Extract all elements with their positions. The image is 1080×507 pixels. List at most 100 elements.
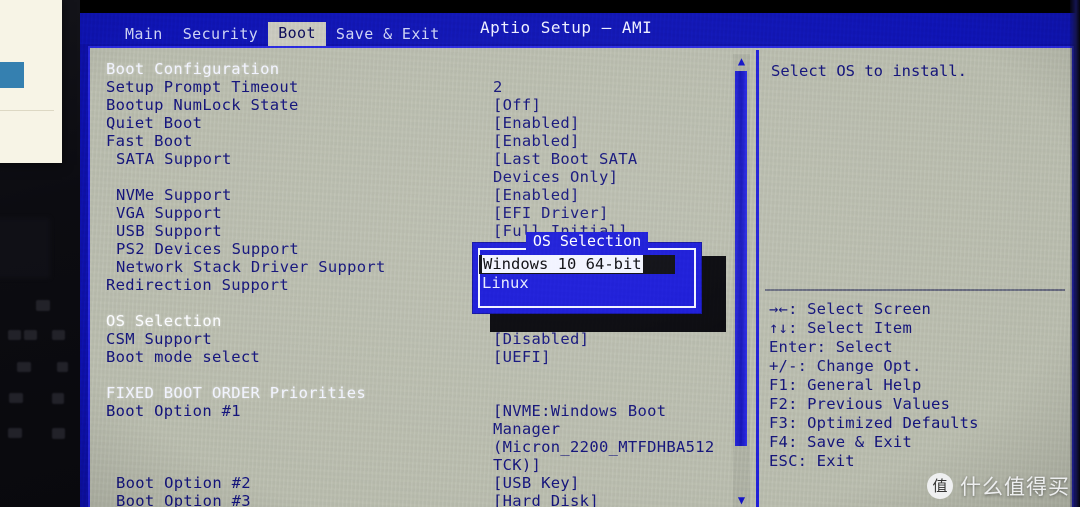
setting-row[interactable]: CSM Support [Disabled] <box>106 330 726 348</box>
setting-row[interactable]: NVMe Support [Enabled] <box>106 186 726 204</box>
setting-row[interactable]: Boot Option #2 [USB Key] <box>106 474 726 492</box>
setting-value: (Micron_2200_MTFDHBA512 <box>493 438 715 456</box>
setting-value: [Last Boot SATA <box>493 150 638 168</box>
setting-row[interactable]: Setup Prompt Timeout 2 <box>106 78 726 96</box>
setting-label: Boot Configuration <box>106 60 280 78</box>
setting-row[interactable]: Bootup NumLock State [Off] <box>106 96 726 114</box>
keyboard-key <box>52 428 65 439</box>
setting-value: [Disabled] <box>493 330 590 348</box>
setting-value: [Enabled] <box>493 186 580 204</box>
setting-label: Boot Option #2 <box>116 474 251 492</box>
menu-tab-main[interactable]: Main <box>115 23 173 46</box>
setting-row[interactable]: Boot Option #1 [NVME:Windows Boot <box>106 402 726 420</box>
setting-label: NVMe Support <box>116 186 232 204</box>
setting-label: CSM Support <box>106 330 212 348</box>
keyboard-key <box>57 362 68 372</box>
help-pane: Select OS to install. →←: Select Screen ↑… <box>756 50 1074 507</box>
keyboard-legend-item: F1: General Help <box>769 376 922 394</box>
setting-value: Manager <box>493 420 561 438</box>
menu-tab-bar[interactable]: Main Security Boot Save & Exit <box>80 20 1080 46</box>
setting-row[interactable]: Fast Boot [Enabled] <box>106 132 726 150</box>
screen-right-bezel <box>1070 0 1080 507</box>
setting-row[interactable]: Boot mode select [UEFI] <box>106 348 726 366</box>
setting-value: [Enabled] <box>493 132 580 150</box>
watermark-badge-icon: 值 <box>927 473 953 499</box>
keyboard-legend-item: F3: Optimized Defaults <box>769 414 979 432</box>
keyboard-key <box>8 330 21 340</box>
setting-label: USB Support <box>116 222 222 240</box>
keyboard-legend-item: F4: Save & Exit <box>769 433 912 451</box>
keyboard-legend-item: Enter: Select <box>769 338 893 356</box>
setting-value: [EFI Driver] <box>493 204 609 222</box>
keyboard-key <box>24 330 37 340</box>
photograph-of-laptop-screen: Aptio Setup – AMI Main Security Boot Save &… <box>0 0 1080 507</box>
menu-tab-boot[interactable]: Boot <box>268 22 326 46</box>
os-option-windows-10-64-bit[interactable]: Windows 10 64-bit <box>479 255 675 274</box>
keyboard-legend-item: F2: Previous Values <box>769 395 951 413</box>
os-option-linux[interactable]: Linux <box>479 274 675 293</box>
setting-value: [Hard Disk] <box>493 492 599 507</box>
keyboard-key <box>52 330 65 340</box>
os-selection-dialog-title-text: OS Selection <box>525 232 649 250</box>
setting-label: Bootup NumLock State <box>106 96 299 114</box>
setting-value: Devices Only] <box>493 168 619 186</box>
setting-value: [USB Key] <box>493 474 580 492</box>
setting-value: [Enabled] <box>493 114 580 132</box>
setting-label: Boot mode select <box>106 348 261 366</box>
menu-tab-save-exit[interactable]: Save & Exit <box>326 23 450 46</box>
setting-label: FIXED BOOT ORDER Priorities <box>106 384 367 402</box>
keyboard-legend-item: +/-: Change Opt. <box>769 357 922 375</box>
scrollbar-thumb[interactable] <box>735 71 747 446</box>
os-option-label: Windows 10 64-bit <box>482 255 643 273</box>
setting-label: PS2 Devices Support <box>116 240 300 258</box>
os-selection-option-list[interactable]: Windows 10 64-bit Linux <box>479 255 675 293</box>
paper-blue-label <box>0 62 24 88</box>
setting-value: [NVME:Windows Boot <box>493 402 667 420</box>
setting-value: TCK)] <box>493 456 542 474</box>
setting-label: Network Stack Driver Support <box>116 258 386 276</box>
watermark: 值 什么值得买 <box>927 471 1070 501</box>
setting-row-continuation: TCK)] <box>106 456 726 474</box>
os-selection-dialog[interactable]: OS Selection Windows 10 64-bit Linux <box>472 232 702 314</box>
keyboard-legend-item: ↑↓: Select Item <box>769 319 912 337</box>
setting-value: [UEFI] <box>493 348 551 366</box>
laptop-trackpad <box>0 218 50 278</box>
setting-value: 2 <box>493 78 503 96</box>
keyboard-key <box>9 393 23 403</box>
keyboard-legend-list: →←: Select Screen ↑↓: Select Item Enter: S… <box>769 300 1069 471</box>
setting-label: Boot Option #3 <box>116 492 251 507</box>
setting-row[interactable]: Quiet Boot [Enabled] <box>106 114 726 132</box>
setting-label: VGA Support <box>116 204 222 222</box>
setting-label: Quiet Boot <box>106 114 203 132</box>
keyboard-legend-item: ESC: Exit <box>769 452 855 470</box>
setting-row: FIXED BOOT ORDER Priorities <box>106 384 726 402</box>
setting-label: SATA Support <box>116 150 232 168</box>
os-selection-dialog-title: OS Selection <box>473 232 701 250</box>
main-pane-scrollbar[interactable]: ▲ ▼ <box>733 54 750 507</box>
watermark-text: 什么值得买 <box>960 475 1070 499</box>
keyboard-legend-item: →←: Select Screen <box>769 300 932 318</box>
keyboard-key <box>36 300 50 311</box>
setting-label: Fast Boot <box>106 132 193 150</box>
setting-row[interactable]: SATA Support [Last Boot SATA <box>106 150 726 168</box>
setting-row: Boot Configuration <box>106 60 726 78</box>
setting-label: Boot Option #1 <box>106 402 241 420</box>
screen-top-bezel <box>80 0 1080 13</box>
setting-label: Redirection Support <box>106 276 290 294</box>
keyboard-key <box>52 393 64 404</box>
scroll-up-arrow-icon[interactable]: ▲ <box>734 54 749 68</box>
scroll-down-arrow-icon[interactable]: ▼ <box>734 493 749 507</box>
setting-row-continuation <box>106 366 726 384</box>
menu-tab-security[interactable]: Security <box>173 23 268 46</box>
setting-row[interactable]: VGA Support [EFI Driver] <box>106 204 726 222</box>
keyboard-key <box>17 362 31 372</box>
setting-row-continuation: Manager <box>106 420 726 438</box>
help-pane-divider <box>765 289 1065 291</box>
bios-screen: Aptio Setup – AMI Main Security Boot Save &… <box>80 0 1080 507</box>
setting-row-continuation: Devices Only] <box>106 168 726 186</box>
help-description-text: Select OS to install. <box>771 62 967 80</box>
setting-row[interactable]: Boot Option #3 [Hard Disk] <box>106 492 726 507</box>
setting-label: Setup Prompt Timeout <box>106 78 299 96</box>
setting-label: OS Selection <box>106 312 222 330</box>
setting-value: [Off] <box>493 96 542 114</box>
